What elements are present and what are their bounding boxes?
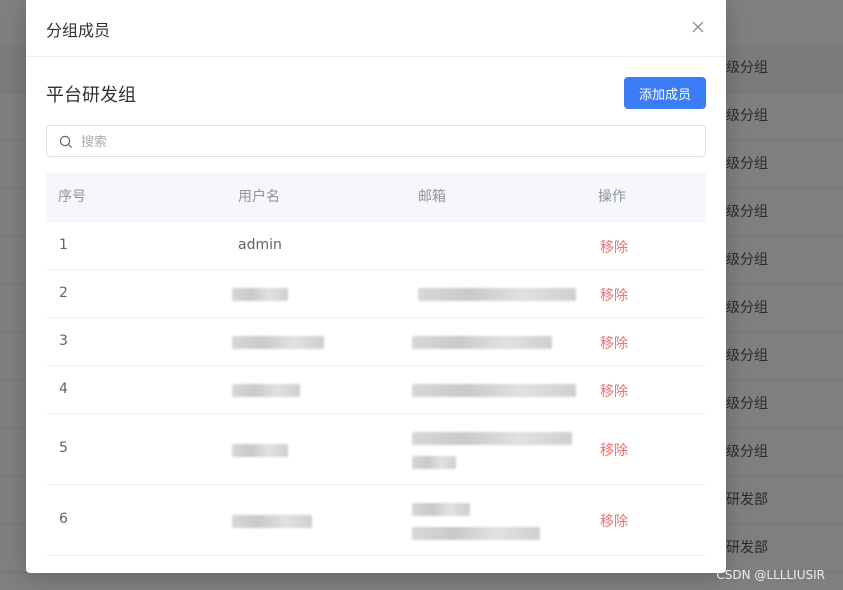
search-box [46, 125, 706, 158]
search-input[interactable] [79, 126, 683, 158]
redacted-username [232, 515, 312, 528]
row-index: 4 [59, 381, 68, 397]
remove-button[interactable]: 移除 [600, 381, 628, 401]
remove-button[interactable]: 移除 [600, 237, 628, 257]
redacted-email [418, 288, 576, 301]
remove-button[interactable]: 移除 [600, 285, 628, 305]
group-members-dialog: 分组成员 平台研发组 添加成员 序号 用户名 邮箱 操作 1 admin 移除 … [26, 0, 726, 573]
search-icon [59, 134, 73, 149]
column-header-username: 用户名 [238, 189, 280, 205]
remove-button[interactable]: 移除 [600, 333, 628, 353]
row-index: 2 [59, 285, 68, 301]
remove-button[interactable]: 移除 [600, 511, 628, 531]
dialog-header: 分组成员 [26, 0, 726, 57]
close-icon[interactable] [688, 17, 708, 37]
row-index: 1 [59, 237, 68, 253]
column-header-email: 邮箱 [418, 189, 446, 205]
row-index: 3 [59, 333, 68, 349]
redacted-email [412, 527, 540, 540]
members-table: 序号 用户名 邮箱 操作 1 admin 移除 2 移除 3 移除 4 移除 5… [46, 173, 706, 556]
table-row: 3 移除 [46, 318, 706, 366]
redacted-email [412, 432, 572, 445]
row-index: 6 [59, 511, 68, 527]
add-member-button[interactable]: 添加成员 [624, 77, 706, 109]
redacted-username [232, 444, 288, 457]
column-header-action: 操作 [598, 189, 626, 205]
watermark: CSDN @LLLLIUSIR [716, 568, 825, 582]
table-row: 4 移除 [46, 366, 706, 414]
group-name: 平台研发组 [46, 85, 136, 106]
table-row: 1 admin 移除 [46, 222, 706, 270]
redacted-email [412, 384, 576, 397]
redacted-username [232, 336, 324, 349]
redacted-email [412, 456, 456, 469]
row-index: 5 [59, 440, 68, 456]
dialog-title: 分组成员 [46, 21, 111, 40]
table-row: 5 移除 [46, 414, 706, 485]
remove-button[interactable]: 移除 [600, 440, 628, 460]
redacted-email [412, 336, 552, 349]
redacted-email [412, 503, 470, 516]
redacted-username [232, 384, 300, 397]
table-row: 6 移除 [46, 485, 706, 556]
table-header: 序号 用户名 邮箱 操作 [46, 173, 706, 222]
redacted-username [232, 288, 288, 301]
column-header-index: 序号 [58, 189, 86, 205]
table-row: 2 移除 [46, 270, 706, 318]
row-username: admin [238, 237, 282, 253]
